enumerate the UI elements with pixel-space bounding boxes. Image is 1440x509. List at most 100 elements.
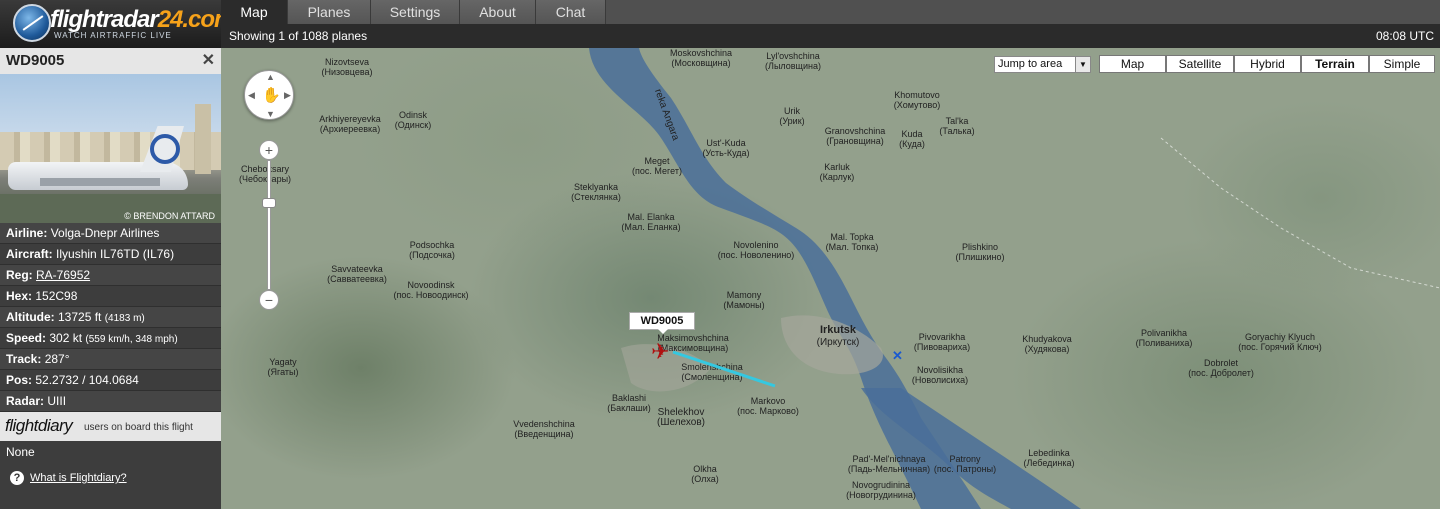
city-label-irkutsk: Irkutsk (Иркутск) [816, 324, 860, 348]
place-label: Novoodinsk (пос. Новоодинск) [393, 280, 469, 300]
place-label: Yagaty (Ягаты) [267, 357, 299, 377]
pan-control[interactable]: ▲ ▼ ◀ ▶ ✋ [244, 70, 294, 120]
place-label: Granovshchina (Грановщина) [824, 126, 886, 146]
brand-tagline: WATCH AIRTRAFFIC LIVE [54, 31, 172, 40]
place-label: Novolisikha (Новолисиха) [911, 365, 969, 385]
place-label: Karluk (Карлук) [819, 162, 855, 182]
place-label: Shelekhov (Шелехов) [657, 407, 705, 428]
flightdiary-logo: flightdiary [5, 416, 73, 435]
flightdiary-help: ? What is Flightdiary? [0, 463, 221, 485]
place-label: Pad'-Mel'nichnaya (Падь-Мельничная) [847, 454, 931, 474]
map-canvas[interactable]: Moskovshchina (Московщина) Lyl'ovshchina(… [221, 48, 1440, 509]
map-type-hybrid[interactable]: Hybrid [1234, 55, 1301, 73]
photo-aircraft-wing [40, 178, 160, 186]
pan-up-icon[interactable]: ▲ [266, 72, 275, 82]
map-type-satellite[interactable]: Satellite [1166, 55, 1234, 73]
detail-track: Track: 287° [0, 349, 221, 370]
planes-count: Showing 1 of 1088 planes [229, 29, 368, 43]
detail-aircraft: Aircraft: Ilyushin IL76TD (IL76) [0, 244, 221, 265]
place-label: Lyl'ovshchina (Лыловщина) [765, 51, 821, 71]
utc-clock: 08:08 UTC [1375, 29, 1434, 43]
photo-tail-livery [150, 134, 180, 164]
place-label: Baklashi (Баклаши) [607, 393, 651, 413]
status-bar: Showing 1 of 1088 planes 08:08 UTC [221, 24, 1440, 48]
place-label: Novolenino (пос. Новоленино) [717, 240, 795, 260]
zoom-in-button[interactable]: + [259, 140, 279, 160]
flight-callout[interactable]: WD9005 [629, 312, 695, 334]
radar-globe-icon [13, 4, 51, 42]
place-label: Khudyakova (Худякова) [1022, 334, 1072, 354]
pan-down-icon[interactable]: ▼ [266, 109, 275, 119]
zoom-control: + − [259, 140, 279, 310]
tab-planes[interactable]: Planes [288, 0, 371, 24]
photo-tower [195, 104, 211, 174]
detail-position: Pos: 52.2732 / 104.0684 [0, 370, 221, 391]
place-label: Mal. Elanka (Мал. Еланка) [621, 212, 681, 232]
registration-link[interactable]: RA-76952 [36, 268, 90, 282]
flightdiary-bar[interactable]: flightdiary users on board this flight [0, 412, 221, 441]
detail-reg: Reg: RA-76952 [0, 265, 221, 286]
pan-right-icon[interactable]: ▶ [284, 90, 291, 101]
place-label: Polivanikha (Поливаниха) [1135, 328, 1193, 348]
place-label: Khomutovo (Хомутово) [893, 90, 941, 110]
zoom-slider-track[interactable] [267, 160, 271, 290]
place-label: Odinsk (Одинск) [394, 110, 432, 130]
detail-hex: Hex: 152C98 [0, 286, 221, 307]
map-type-terrain[interactable]: Terrain [1301, 55, 1369, 73]
place-label: Patrony (пос. Патроны) [933, 454, 997, 474]
map-type-simple[interactable]: Simple [1369, 55, 1435, 73]
what-is-flightdiary-link[interactable]: What is Flightdiary? [30, 472, 127, 484]
jump-to-area-select[interactable]: Jump to area ▼ [994, 56, 1091, 73]
flight-details: Airline: Volga-Dnepr Airlines Aircraft: … [0, 223, 221, 412]
airport-marker-icon[interactable]: ✕ [892, 349, 904, 362]
brand-name: flightradar24.com [50, 6, 221, 33]
place-label: Tal'ka (Талька) [939, 116, 975, 136]
place-label: Olkha (Олха) [691, 464, 719, 484]
flight-trail [672, 350, 776, 388]
tab-chat[interactable]: Chat [536, 0, 606, 24]
flightdiary-caption: users on board this flight [84, 422, 193, 433]
place-label: Markovo (пос. Марково) [737, 396, 799, 416]
detail-radar: Radar: UIII [0, 391, 221, 412]
detail-altitude: Altitude: 13725 ft (4183 m) [0, 307, 221, 328]
place-label: Meget (пос. Мегет) [632, 156, 682, 176]
flightdiary-users: None [0, 441, 221, 463]
close-icon[interactable]: ✕ [202, 48, 215, 74]
flight-info-panel: WD9005 ✕ © BRENDON ATTARD Airline: Volga… [0, 48, 221, 509]
aircraft-photo[interactable]: © BRENDON ATTARD [0, 74, 221, 223]
place-label: Novogrudinina (Новогрудинина) [846, 480, 916, 500]
place-label: Savvateevka (Савватеевка) [327, 264, 387, 284]
place-label: Arkhiyereyevka (Архиереевка) [319, 114, 381, 134]
place-label: Urik (Урик) [779, 106, 805, 126]
detail-airline: Airline: Volga-Dnepr Airlines [0, 223, 221, 244]
map-type-map[interactable]: Map [1099, 55, 1166, 73]
boundary-line [1160, 137, 1440, 289]
detail-speed: Speed: 302 kt (559 km/h, 348 mph) [0, 328, 221, 349]
place-label: Pivovarikha (Пивовариха) [913, 332, 971, 352]
place-label: Vvedenshchina (Введенщина) [513, 419, 575, 439]
place-label: Lebedinka (Лебединка) [1023, 448, 1075, 468]
place-label: Goryachiy Klyuch (пос. Горячий Ключ) [1238, 332, 1322, 352]
tab-settings[interactable]: Settings [371, 0, 460, 24]
zoom-slider-thumb[interactable] [262, 198, 276, 208]
tab-map[interactable]: Map [221, 0, 288, 24]
place-label: Plishkino (Плишкино) [955, 242, 1005, 262]
place-label: Moskovshchina (Московщина) [669, 48, 733, 68]
place-label: Mamony (Мамоны) [723, 290, 765, 310]
flightradar24-logo[interactable]: flightradar24.com WATCH AIRTRAFFIC LIVE [0, 0, 221, 48]
help-icon: ? [10, 471, 24, 485]
place-label: Ust'-Kuda (Усть-Куда) [702, 138, 750, 158]
chevron-down-icon: ▼ [1075, 57, 1090, 72]
hand-drag-icon[interactable]: ✋ [262, 86, 281, 104]
zoom-out-button[interactable]: − [259, 290, 279, 310]
pan-left-icon[interactable]: ◀ [248, 90, 255, 101]
place-label: Mal. Topka (Мал. Топка) [825, 232, 879, 252]
place-label: Steklyanka (Стеклянка) [571, 182, 621, 202]
trail-line [672, 350, 776, 388]
airplane-icon[interactable]: ✈ [651, 340, 675, 364]
flight-callsign: WD9005 [6, 52, 65, 69]
place-label: Dobrolet (пос. Добролет) [1188, 358, 1254, 378]
photo-credit: © BRENDON ATTARD [124, 211, 215, 221]
place-label: Nizovtseva (Низовцева) [321, 57, 373, 77]
tab-about[interactable]: About [460, 0, 536, 24]
